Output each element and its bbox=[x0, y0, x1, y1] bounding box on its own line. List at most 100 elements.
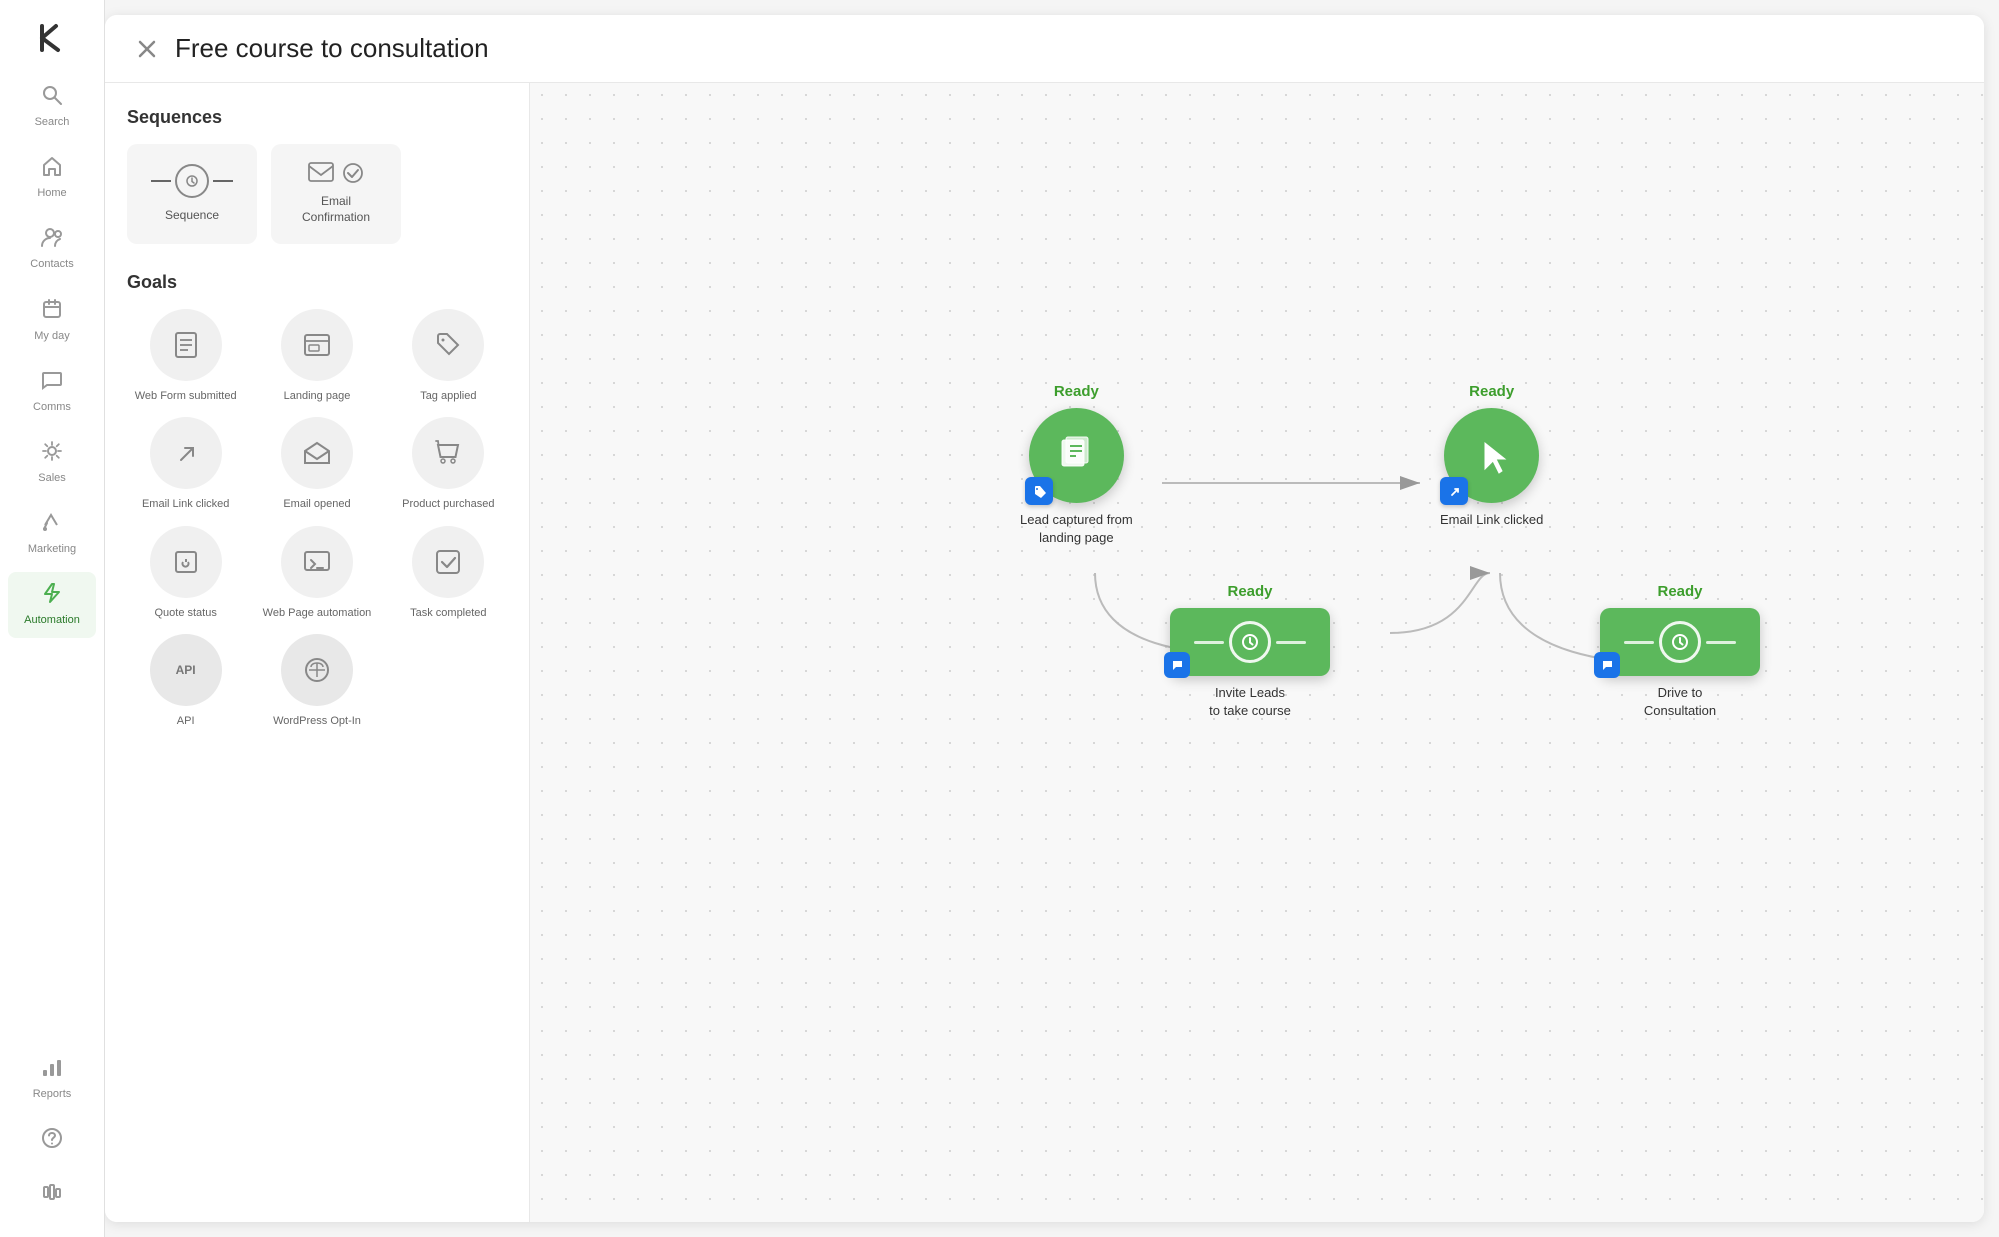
node-email-link[interactable]: Ready Email Link clicked bbox=[1440, 383, 1543, 529]
home-icon bbox=[41, 155, 63, 183]
goal-email-opened[interactable]: Email opened bbox=[258, 417, 375, 511]
api-icon: API bbox=[150, 634, 222, 706]
node-email-link-circle bbox=[1444, 408, 1539, 503]
close-button[interactable] bbox=[133, 35, 161, 63]
node-invite-leads-rect bbox=[1170, 608, 1330, 676]
landing-page-label: Landing page bbox=[284, 389, 351, 403]
sidebar-item-sales[interactable]: Sales bbox=[8, 430, 96, 495]
node-drive-consultation-label: Drive toConsultation bbox=[1644, 684, 1716, 720]
sidebar-home-label: Home bbox=[37, 187, 66, 200]
content-area: Sequences Sequence bbox=[105, 83, 1984, 1222]
goal-quote-status[interactable]: Quote status bbox=[127, 526, 244, 620]
goal-web-form[interactable]: Web Form submitted bbox=[127, 309, 244, 403]
sidebar-item-automation[interactable]: Automation bbox=[8, 572, 96, 637]
goal-product-purchased[interactable]: Product purchased bbox=[390, 417, 507, 511]
email-opened-label: Email opened bbox=[283, 497, 350, 511]
sidebar-item-audio[interactable] bbox=[8, 1171, 96, 1219]
node-email-link-ready: Ready bbox=[1469, 383, 1514, 400]
node-drive-consultation-rect bbox=[1600, 608, 1760, 676]
goal-landing-page[interactable]: Landing page bbox=[258, 309, 375, 403]
sidebar-myday-label: My day bbox=[34, 330, 69, 343]
quote-status-icon bbox=[150, 526, 222, 598]
goals-title: Goals bbox=[127, 272, 507, 293]
sidebar-item-reports[interactable]: Reports bbox=[8, 1046, 96, 1111]
sidebar-item-home[interactable]: Home bbox=[8, 145, 96, 210]
sidebar-item-search[interactable]: Search bbox=[8, 74, 96, 139]
product-purchased-label: Product purchased bbox=[402, 497, 494, 511]
page-title: Free course to consultation bbox=[175, 33, 489, 64]
tag-applied-icon bbox=[412, 309, 484, 381]
goal-wordpress[interactable]: WordPress Opt-In bbox=[258, 634, 375, 728]
sidebar: Search Home Contacts My day Comms Sales bbox=[0, 0, 105, 1237]
reports-icon bbox=[41, 1056, 63, 1084]
product-purchased-icon bbox=[412, 417, 484, 489]
comms-icon bbox=[41, 369, 63, 397]
sales-icon bbox=[41, 440, 63, 468]
sidebar-item-comms[interactable]: Comms bbox=[8, 359, 96, 424]
node-drive-consultation-ready: Ready bbox=[1657, 583, 1702, 600]
node-invite-badge bbox=[1164, 652, 1190, 678]
wordpress-icon bbox=[281, 634, 353, 706]
node-email-link-label: Email Link clicked bbox=[1440, 511, 1543, 529]
web-page-auto-icon bbox=[281, 526, 353, 598]
api-label: API bbox=[177, 714, 195, 728]
web-form-icon bbox=[150, 309, 222, 381]
sidebar-search-label: Search bbox=[35, 116, 70, 129]
sidebar-item-marketing[interactable]: Marketing bbox=[8, 501, 96, 566]
audio-icon bbox=[41, 1181, 63, 1209]
node-lead-capture-circle bbox=[1029, 408, 1124, 503]
automation-icon bbox=[41, 582, 63, 610]
goal-task-completed[interactable]: Task completed bbox=[390, 526, 507, 620]
goal-api[interactable]: API API bbox=[127, 634, 244, 728]
goal-web-page-auto[interactable]: Web Page automation bbox=[258, 526, 375, 620]
left-panel: Sequences Sequence bbox=[105, 83, 530, 1222]
node-invite-leads[interactable]: Ready Invite Leadsto take course bbox=[1170, 583, 1330, 720]
sidebar-marketing-label: Marketing bbox=[28, 543, 76, 556]
sidebar-comms-label: Comms bbox=[33, 401, 71, 414]
quote-status-label: Quote status bbox=[154, 606, 216, 620]
sidebar-reports-label: Reports bbox=[33, 1088, 72, 1101]
node-email-link-badge bbox=[1440, 477, 1468, 505]
help-icon bbox=[41, 1127, 63, 1155]
web-page-auto-label: Web Page automation bbox=[263, 606, 372, 620]
sequence-card-icon bbox=[151, 164, 233, 198]
canvas-area[interactable]: Ready Lead captured fromlandin bbox=[530, 83, 1984, 1222]
node-lead-capture-badge bbox=[1025, 477, 1053, 505]
contacts-icon bbox=[41, 226, 63, 254]
header: Free course to consultation bbox=[105, 15, 1984, 83]
sidebar-sales-label: Sales bbox=[38, 472, 66, 485]
email-confirmation-icon bbox=[308, 162, 364, 184]
node-lead-capture[interactable]: Ready Lead captured fromlandin bbox=[1020, 383, 1133, 547]
node-invite-leads-ready: Ready bbox=[1227, 583, 1272, 600]
email-confirmation-card[interactable]: Email Confirmation bbox=[271, 144, 401, 244]
sequences-row: Sequence Email Confirmation bbox=[127, 144, 507, 244]
main-panel: Free course to consultation Sequences Se… bbox=[105, 15, 1984, 1222]
web-form-label: Web Form submitted bbox=[135, 389, 237, 403]
sequence-card[interactable]: Sequence bbox=[127, 144, 257, 244]
email-link-label: Email Link clicked bbox=[142, 497, 229, 511]
sidebar-contacts-label: Contacts bbox=[30, 258, 73, 271]
goals-grid: Web Form submitted Landing page Tag appl… bbox=[127, 309, 507, 728]
tag-applied-label: Tag applied bbox=[420, 389, 476, 403]
sidebar-item-myday[interactable]: My day bbox=[8, 288, 96, 353]
landing-page-icon bbox=[281, 309, 353, 381]
task-completed-icon bbox=[412, 526, 484, 598]
marketing-icon bbox=[41, 511, 63, 539]
sidebar-automation-label: Automation bbox=[24, 614, 80, 627]
node-drive-consultation[interactable]: Ready Drive toConsultation bbox=[1600, 583, 1760, 720]
email-opened-icon bbox=[281, 417, 353, 489]
goal-tag-applied[interactable]: Tag applied bbox=[390, 309, 507, 403]
sidebar-item-help[interactable] bbox=[8, 1117, 96, 1165]
myday-icon bbox=[41, 298, 63, 326]
wordpress-label: WordPress Opt-In bbox=[273, 714, 361, 728]
node-invite-leads-label: Invite Leadsto take course bbox=[1209, 684, 1291, 720]
email-link-icon bbox=[150, 417, 222, 489]
sidebar-bottom: Reports bbox=[8, 1046, 96, 1219]
sequence-card-label: Sequence bbox=[165, 208, 219, 224]
goal-email-link[interactable]: Email Link clicked bbox=[127, 417, 244, 511]
sequences-title: Sequences bbox=[127, 107, 507, 128]
sidebar-item-contacts[interactable]: Contacts bbox=[8, 216, 96, 281]
email-confirmation-label: Email Confirmation bbox=[291, 194, 381, 225]
node-lead-capture-ready: Ready bbox=[1054, 383, 1099, 400]
task-completed-label: Task completed bbox=[410, 606, 486, 620]
